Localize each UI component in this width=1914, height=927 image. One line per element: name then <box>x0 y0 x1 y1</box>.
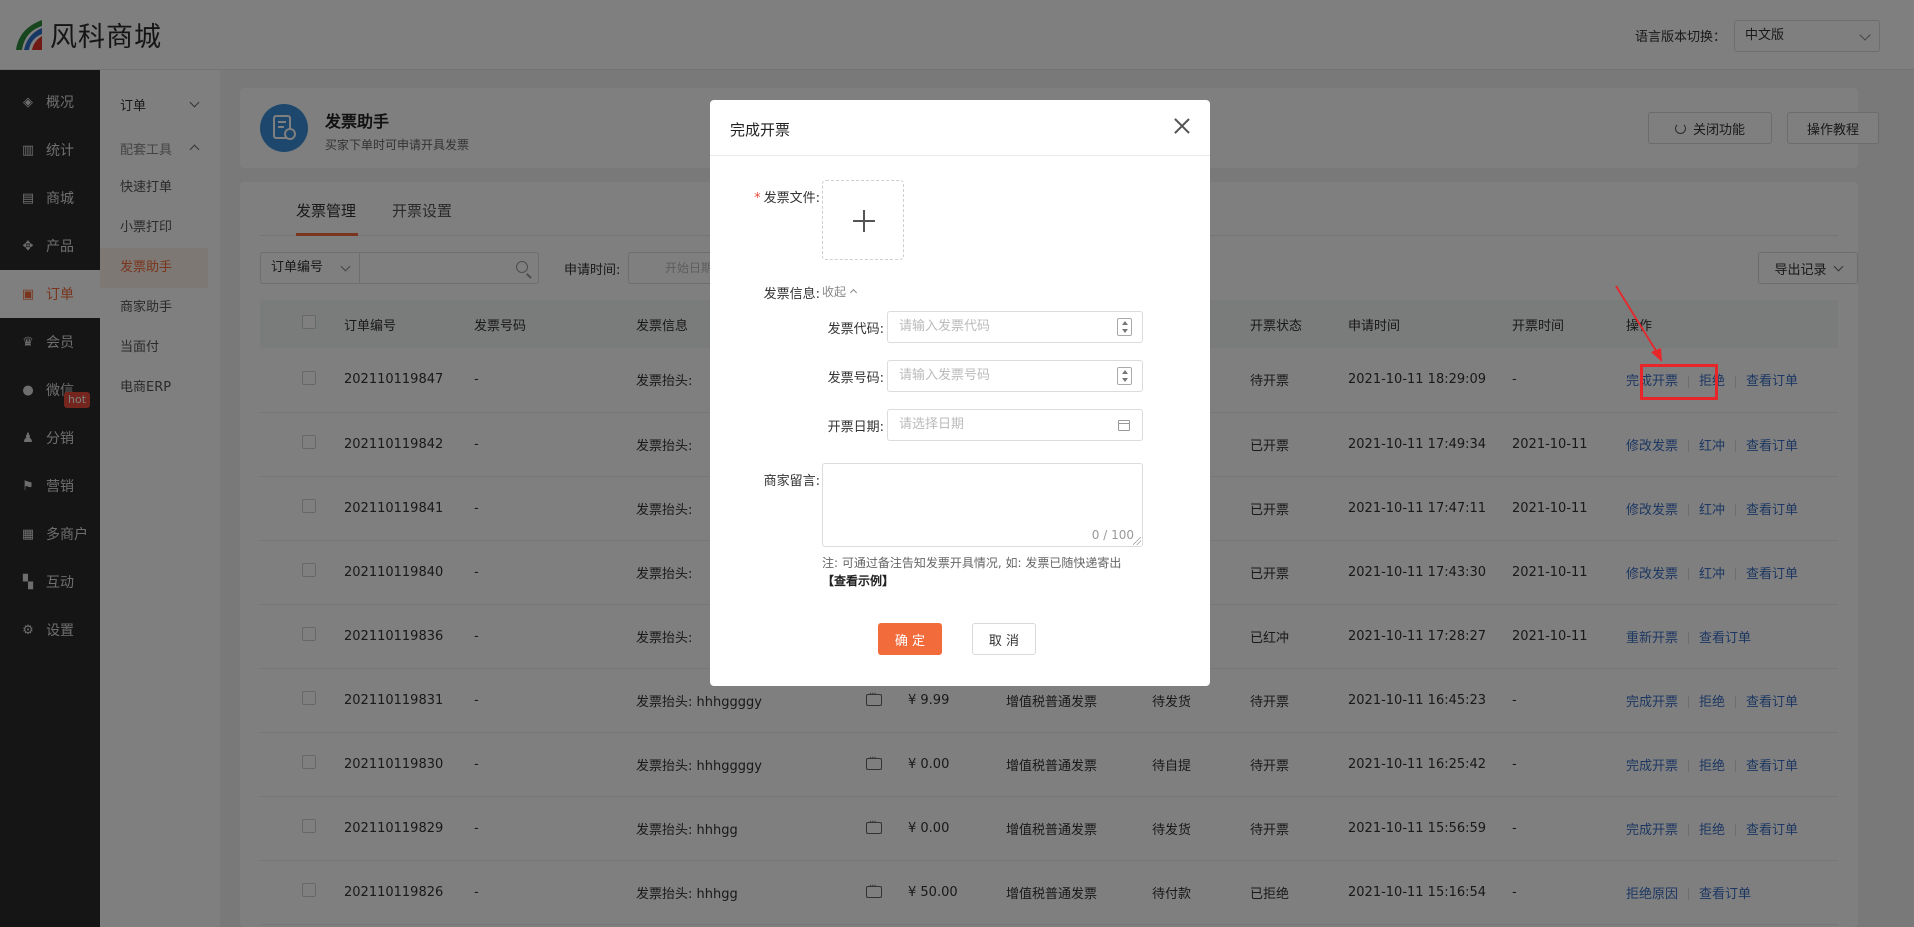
confirm-button[interactable]: 确 定 <box>878 623 942 655</box>
remark-note: 注: 可通过备注告知发票开具情况, 如: 发票已随快递寄出 【查看示例】 <box>822 554 1152 590</box>
stepper-icon[interactable] <box>1117 318 1132 336</box>
required-marker: * <box>754 191 761 206</box>
merchant-remark-label: 商家留言: <box>763 474 820 489</box>
invoice-code-placeholder: 请输入发票代码 <box>899 319 991 334</box>
resize-handle-icon[interactable] <box>1133 537 1141 545</box>
char-counter: 0 / 100 <box>1091 528 1134 542</box>
cancel-button[interactable]: 取 消 <box>972 623 1036 655</box>
invoice-number-input[interactable]: 请输入发票号码 <box>887 360 1143 392</box>
close-icon[interactable] <box>1174 118 1190 134</box>
collapse-toggle[interactable]: 收起 <box>822 283 858 300</box>
invoice-code-label: 发票代码: <box>827 322 884 337</box>
invoice-number-label: 发票号码: <box>827 371 884 386</box>
invoice-date-picker[interactable]: 请选择日期 <box>887 409 1143 441</box>
invoice-info-label: 发票信息: <box>763 287 820 302</box>
invoice-code-input[interactable]: 请输入发票代码 <box>887 311 1143 343</box>
annotation-arrow-icon <box>1615 285 1662 362</box>
dialog-title: 完成开票 <box>730 121 791 139</box>
chevron-up-icon <box>849 288 858 297</box>
view-example-link[interactable]: 【查看示例】 <box>822 574 894 588</box>
stepper-icon[interactable] <box>1117 367 1132 385</box>
invoice-date-placeholder: 请选择日期 <box>899 417 965 432</box>
remark-note-text: 注: 可通过备注告知发票开具情况, 如: 发票已随快递寄出 <box>822 556 1122 570</box>
invoice-file-label: * 发票文件: <box>744 187 820 206</box>
dialog-header: 完成开票 <box>710 100 1210 156</box>
collapse-label: 收起 <box>822 285 847 299</box>
invoice-number-placeholder: 请输入发票号码 <box>899 368 991 383</box>
upload-file-button[interactable] <box>822 180 904 260</box>
complete-invoice-dialog: 完成开票 * 发票文件: 发票信息: 收起 发票代码: 请输入发票代码 发票号码:… <box>710 100 1210 686</box>
invoice-date-label: 开票日期: <box>827 420 884 435</box>
calendar-icon <box>1118 420 1130 431</box>
invoice-file-label-text: 发票文件: <box>763 191 820 206</box>
merchant-remark-textarea[interactable]: 0 / 100 <box>822 463 1143 547</box>
annotation-highlight-box <box>1640 364 1718 400</box>
